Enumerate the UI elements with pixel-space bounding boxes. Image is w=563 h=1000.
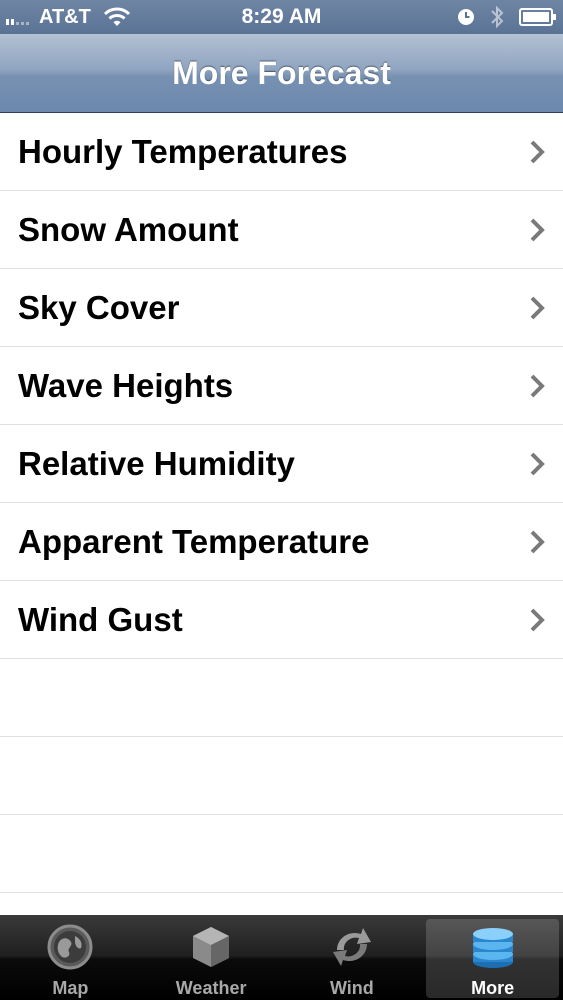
list-item-relative-humidity[interactable]: Relative Humidity	[0, 425, 563, 503]
empty-row	[0, 659, 563, 737]
cube-icon	[193, 927, 230, 967]
page-title: More Forecast	[172, 55, 391, 91]
database-stack-icon	[472, 928, 513, 968]
list-item-label: Relative Humidity	[18, 445, 295, 482]
tab-label: Wind	[329, 978, 374, 998]
list-item-label: Hourly Temperatures	[18, 133, 348, 170]
screen: AT&T 8:29 AM More Forecast Hourly Temper…	[0, 0, 563, 1000]
list-item-label: Apparent Temperature	[18, 523, 370, 560]
list-item-label: Wave Heights	[18, 367, 234, 404]
tab-wind[interactable]: Wind	[282, 915, 423, 1000]
list-item-wave-heights[interactable]: Wave Heights	[0, 347, 563, 425]
list-item-wind-gust[interactable]: Wind Gust	[0, 581, 563, 659]
list-item-sky-cover[interactable]: Sky Cover	[0, 269, 563, 347]
chevron-right-icon	[530, 452, 545, 476]
chevron-right-icon	[530, 374, 545, 398]
chevron-right-icon	[530, 296, 545, 320]
chevron-right-icon	[530, 608, 545, 632]
battery-icon	[519, 8, 556, 26]
tab-label: Map	[52, 978, 89, 998]
empty-row	[0, 737, 563, 815]
navigation-bar: More Forecast	[0, 34, 563, 113]
list-item-label: Wind Gust	[18, 601, 183, 638]
bluetooth-icon	[491, 5, 504, 29]
tab-label: Weather	[175, 978, 247, 998]
chevron-right-icon	[530, 140, 545, 164]
tab-map[interactable]: Map	[0, 915, 141, 1000]
list-item-apparent-temperature[interactable]: Apparent Temperature	[0, 503, 563, 581]
tab-more[interactable]: More	[422, 915, 563, 1000]
status-right	[457, 0, 557, 34]
status-bar: AT&T 8:29 AM	[0, 0, 563, 34]
refresh-arrows-icon	[332, 928, 371, 966]
globe-icon	[47, 924, 93, 970]
tab-weather[interactable]: Weather	[141, 915, 282, 1000]
empty-row	[0, 815, 563, 893]
list-item-hourly-temperatures[interactable]: Hourly Temperatures	[0, 113, 563, 191]
forecast-list: Hourly Temperatures Snow Amount Sky Cove…	[0, 113, 563, 915]
tab-bar: Map Weather Wind More	[0, 915, 563, 1000]
clock-icon	[458, 9, 474, 25]
empty-row	[0, 893, 563, 915]
chevron-right-icon	[530, 218, 545, 242]
list-item-snow-amount[interactable]: Snow Amount	[0, 191, 563, 269]
list-item-label: Sky Cover	[18, 289, 180, 326]
tab-label: More	[471, 978, 515, 998]
chevron-right-icon	[530, 530, 545, 554]
list-item-label: Snow Amount	[18, 211, 239, 248]
